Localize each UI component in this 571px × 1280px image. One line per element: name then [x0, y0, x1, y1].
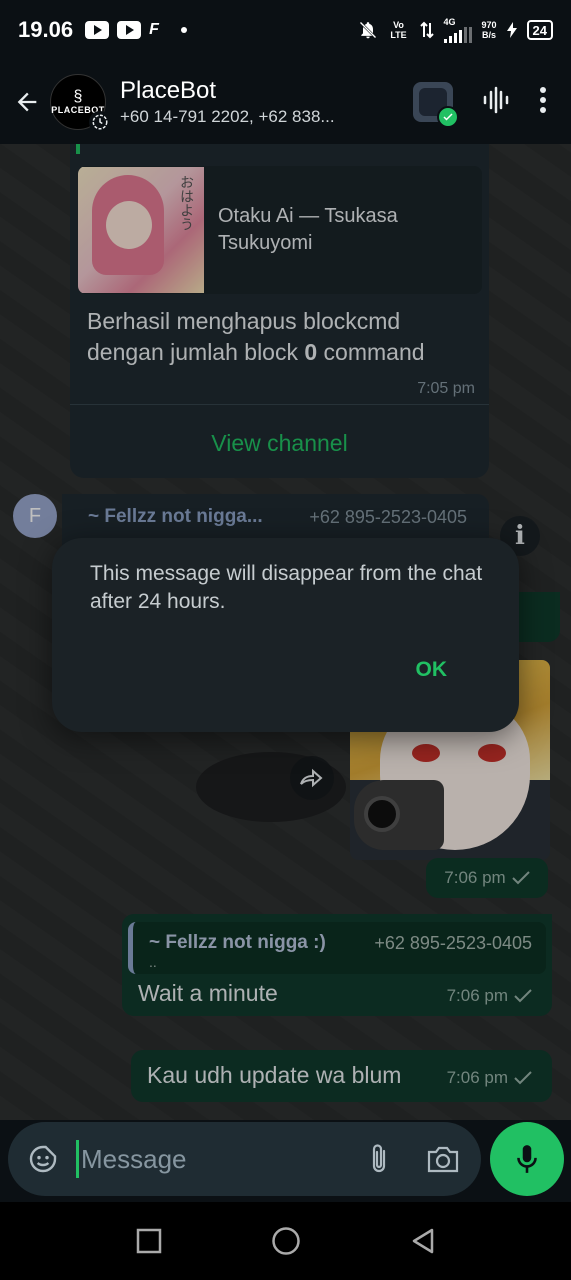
- composer: [0, 1120, 571, 1202]
- attach-button[interactable]: [361, 1138, 397, 1180]
- camera-button[interactable]: [421, 1138, 465, 1180]
- more-options-button[interactable]: [539, 86, 547, 119]
- chat-participants: +60 14-791 2202, +62 838...: [120, 107, 335, 126]
- paperclip-icon: [372, 1144, 386, 1173]
- system-icons: Vo LTE 4G 970 B/s 24: [358, 17, 553, 43]
- bell-off-icon: [359, 21, 376, 39]
- arrow-left-icon: [17, 92, 37, 112]
- free-fire-icon: F: [149, 21, 159, 38]
- net-speed-value: 970: [481, 20, 497, 30]
- placebot-logo-icon: §: [73, 88, 83, 105]
- chat-header: § PLACEBOT PlaceBot +60 14-791 2202, +62…: [0, 60, 571, 144]
- status-time: 19.06: [18, 17, 74, 42]
- status-bar: 19.06 F Vo LTE 4G 970 B/s 24: [0, 0, 571, 60]
- charging-icon: [506, 22, 517, 38]
- disappearing-timer-icon: [89, 111, 111, 133]
- sticker-icon: [29, 1145, 57, 1173]
- chat-area[interactable]: おはよう Otaku Ai — Tsukasa Tsukuyomi Berhas…: [0, 144, 571, 1120]
- community-avatar[interactable]: [413, 82, 459, 128]
- emoji-sticker-button[interactable]: [22, 1138, 64, 1180]
- recents-button[interactable]: [124, 1216, 174, 1266]
- square-icon: [136, 1228, 161, 1254]
- youtube-icon: [85, 21, 110, 39]
- circle-icon: [271, 1227, 300, 1255]
- signal-4g-icon: 4G: [443, 17, 472, 43]
- home-button[interactable]: [261, 1216, 311, 1266]
- dialog-text: This message will disappear from the cha…: [90, 562, 483, 613]
- voice-chat-button[interactable]: [481, 85, 511, 120]
- back-button[interactable]: [4, 72, 50, 132]
- check-badge-icon: [437, 106, 459, 128]
- volte-label: Vo LTE: [390, 20, 407, 40]
- chat-title-block[interactable]: PlaceBot +60 14-791 2202, +62 838...: [120, 77, 365, 127]
- microphone-icon: [517, 1145, 537, 1173]
- net-speed: 970 B/s: [482, 20, 497, 40]
- header-actions: [413, 82, 547, 128]
- net-speed-unit: B/s: [482, 30, 497, 40]
- ok-button[interactable]: OK: [416, 658, 448, 682]
- more-notifications-dot-icon: [180, 27, 187, 33]
- audio-wave-icon: [483, 86, 509, 113]
- camera-icon: [427, 1146, 459, 1173]
- message-input-bar[interactable]: [8, 1122, 481, 1196]
- back-nav-button[interactable]: [398, 1216, 448, 1266]
- youtube-icon: [117, 21, 142, 39]
- disappearing-message-dialog: This message will disappear from the cha…: [52, 538, 519, 732]
- more-vertical-icon: [540, 86, 546, 113]
- data-transfer-icon: [419, 21, 434, 39]
- system-navigation-bar: [0, 1202, 571, 1280]
- notification-icons: F: [85, 21, 187, 39]
- triangle-back-icon: [412, 1228, 433, 1254]
- message-input[interactable]: [81, 1143, 331, 1175]
- network-type-label: 4G: [443, 17, 456, 27]
- battery-level: 24: [526, 20, 553, 40]
- chat-title: PlaceBot: [120, 77, 217, 104]
- group-avatar[interactable]: § PLACEBOT: [50, 74, 111, 133]
- text-cursor: [76, 1140, 79, 1178]
- voice-record-button[interactable]: [490, 1122, 564, 1196]
